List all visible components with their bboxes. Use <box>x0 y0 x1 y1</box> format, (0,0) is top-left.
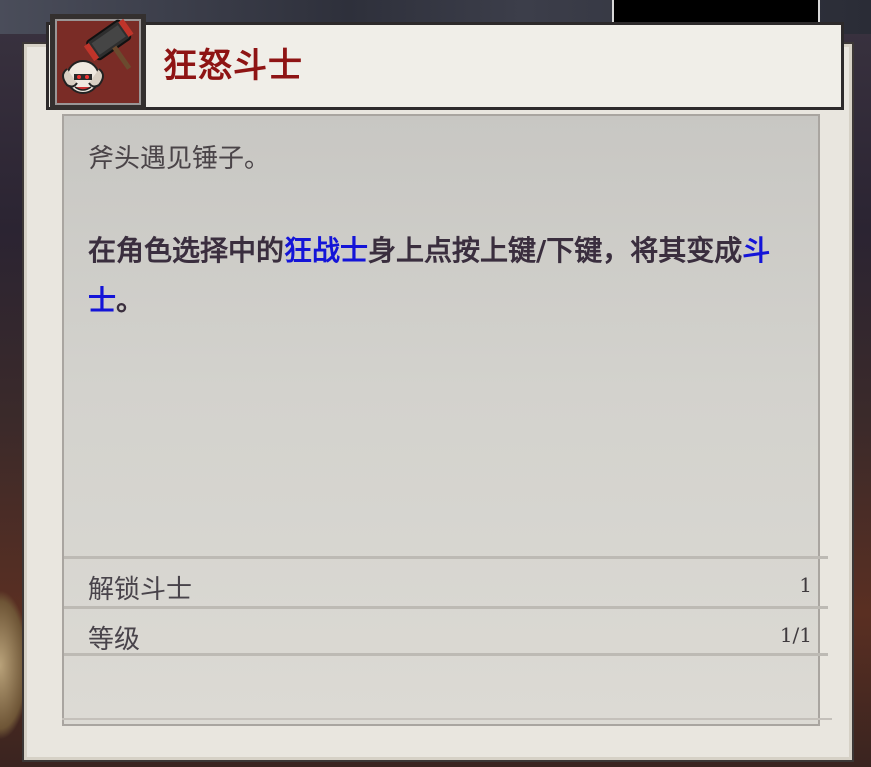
portrait-icon-art <box>62 19 134 94</box>
stat-label: 等级 <box>88 625 141 655</box>
flavor-text: 斧头遇见锤子。 <box>88 144 271 174</box>
description-text: 在角色选择中的 <box>88 234 285 267</box>
stat-value: 1 <box>799 573 812 597</box>
unlock-description: 在角色选择中的狂战士身上点按上键/下键，将其变成斗士。 <box>88 226 818 326</box>
berserker-hammer-portrait-icon <box>50 14 146 110</box>
stat-row-level: 等级 1/1 <box>64 606 828 656</box>
description-text: 身上点按上键/下键，将其变成 <box>368 234 743 267</box>
stat-value: 1/1 <box>779 623 812 647</box>
stats-table: 解锁斗士 1 等级 1/1 <box>64 556 828 656</box>
background-window <box>612 0 820 22</box>
stat-label: 解锁斗士 <box>88 575 193 605</box>
stat-row-unlock: 解锁斗士 1 <box>64 556 828 606</box>
card-title: 狂怒斗士 <box>163 46 303 86</box>
description-text: 。 <box>116 284 145 317</box>
card-bottom-divider <box>62 718 832 720</box>
highlight-berserker: 狂战士 <box>284 234 369 267</box>
